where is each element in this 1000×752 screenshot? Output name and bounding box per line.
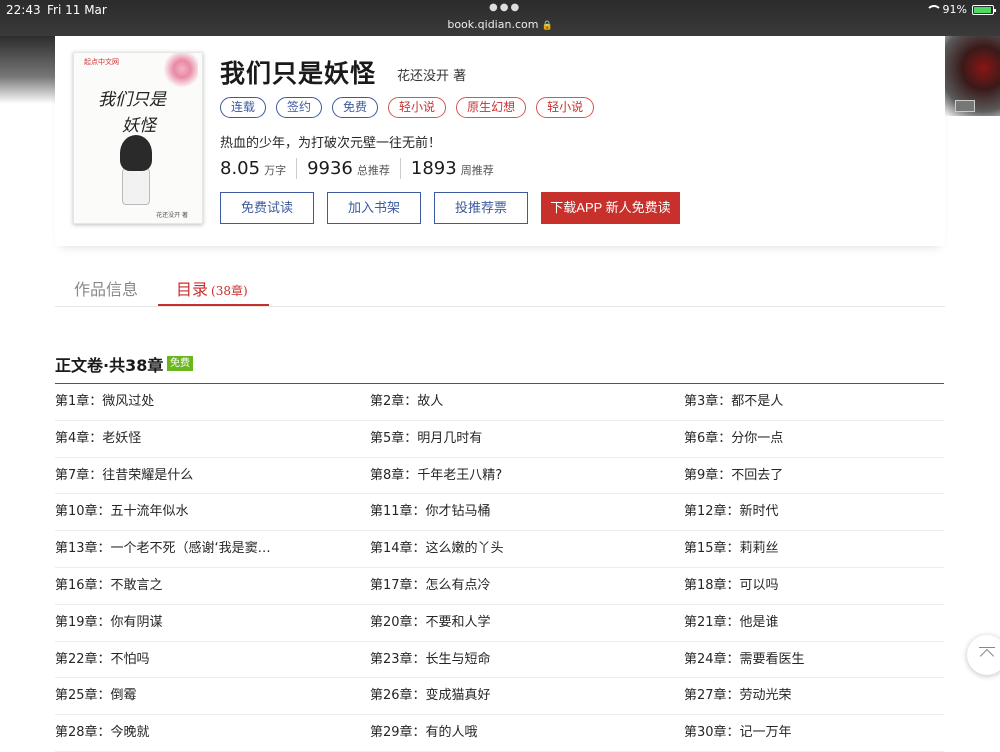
cover-title-line1: 我们只是 — [98, 90, 166, 110]
chapter-link[interactable]: 第10章：五十流年似水 — [55, 494, 370, 530]
tab-book-info[interactable]: 作品信息 — [74, 276, 138, 300]
chapter-link[interactable]: 第15章：莉莉丝 — [684, 531, 944, 567]
stat-value: 9936 — [307, 158, 353, 179]
wifi-icon — [925, 5, 942, 14]
book-info-card: 起点中文网 我们只是 妖怪 花还没开 著 我们只是妖怪 花还没开 著 连载 签约… — [55, 36, 945, 246]
volume-title: 正文卷·共38章 — [55, 356, 164, 375]
chapter-row: 第4章：老妖怪 第5章：明月几时有 第6章：分你一点 — [55, 421, 944, 458]
stat-unit: 万字 — [264, 164, 287, 177]
tag-signed[interactable]: 签约 — [276, 97, 323, 118]
book-actions: 免费试读 加入书架 投推荐票 下载APP 新人免费读 — [220, 192, 693, 224]
chapter-link[interactable]: 第2章：故人 — [370, 384, 684, 420]
book-intro: 热血的少年，为打破次元壁一往无前！ — [220, 136, 442, 151]
stat-word-count: 8.05 万字 — [220, 158, 298, 179]
book-tags: 连载 签约 免费 轻小说 原生幻想 轻小说 — [220, 97, 595, 118]
chapter-link[interactable]: 第18章：可以吗 — [684, 568, 944, 604]
chapter-link[interactable]: 第3章：都不是人 — [684, 384, 944, 420]
tab-table-of-contents[interactable]: 目录 (38章) — [176, 276, 248, 300]
chapter-link[interactable]: 第21章：他是谁 — [684, 605, 944, 641]
chapter-link[interactable]: 第30章：记一万年 — [684, 715, 944, 751]
chapter-link[interactable]: 第14章：这么嫩的丫头 — [370, 531, 684, 567]
stat-unit: 总推荐 — [356, 164, 390, 177]
add-to-shelf-button[interactable]: 加入书架 — [327, 192, 421, 224]
chapter-row: 第25章：倒霉 第26章：变成猫真好 第27章：劳动光荣 — [55, 678, 944, 716]
cover-author: 花还没开 著 — [156, 212, 188, 219]
chapter-link[interactable]: 第5章：明月几时有 — [370, 421, 684, 457]
chapter-link[interactable]: 第20章：不要和人学 — [370, 605, 684, 641]
chapter-link[interactable]: 第26章：变成猫真好 — [370, 678, 684, 714]
tag-light-novel[interactable]: 轻小说 — [388, 97, 447, 118]
content-tabs: 作品信息 目录 (38章) — [55, 268, 945, 307]
tag-free[interactable]: 免费 — [332, 97, 379, 118]
tag-serializing[interactable]: 连载 — [220, 97, 267, 118]
book-title: 我们只是妖怪 — [220, 59, 377, 88]
stat-value: 1893 — [410, 158, 457, 179]
more-dots-icon[interactable]: ●●● — [489, 2, 521, 13]
tab-toc-label: 目录 — [176, 280, 209, 299]
tab-toc-count: (38章) — [211, 284, 248, 298]
book-stats: 8.05 万字 9936 总推荐 1893 周推荐 — [220, 158, 514, 179]
book-author[interactable]: 花还没开 著 — [397, 65, 466, 84]
active-tab-indicator — [158, 304, 269, 306]
chapter-link[interactable]: 第23章：长生与短命 — [370, 642, 684, 678]
chapter-row: 第22章：不怕吗 第23章：长生与短命 第24章：需要看医生 — [55, 642, 944, 679]
status-right: 91% — [925, 3, 996, 16]
chapter-row: 第13章：一个老不死（感谢‘我是窦… 第14章：这么嫩的丫头 第15章：莉莉丝 — [55, 531, 944, 568]
chapter-link[interactable]: 第16章：不敢言之 — [55, 568, 370, 604]
stat-unit: 周推荐 — [460, 164, 494, 177]
address-bar[interactable]: book.qidian.com 🔒 — [0, 18, 1000, 31]
character-body — [122, 165, 150, 205]
chapter-link[interactable]: 第13章：一个老不死（感谢‘我是窦… — [55, 531, 370, 567]
chapter-link[interactable]: 第22章：不怕吗 — [55, 642, 370, 678]
chapter-row: 第28章：今晚就 第29章：有的人哦 第30章：记一万年 — [55, 715, 944, 752]
back-to-top-button[interactable] — [967, 635, 1000, 675]
chapter-link[interactable]: 第17章：怎么有点冷 — [370, 568, 684, 604]
book-cover[interactable]: 起点中文网 我们只是 妖怪 花还没开 著 — [73, 52, 203, 224]
stat-value: 8.05 — [220, 158, 261, 179]
url-text: book.qidian.com — [447, 18, 539, 31]
chapter-row: 第16章：不敢言之 第17章：怎么有点冷 第18章：可以吗 — [55, 568, 944, 605]
chapter-link[interactable]: 第12章：新时代 — [684, 494, 944, 530]
stat-total-recommend: 9936 总推荐 — [307, 158, 401, 179]
chapter-row: 第10章：五十流年似水 第11章：你才钻马桶 第12章：新时代 — [55, 494, 944, 532]
chapter-link[interactable]: 第11章：你才钻马桶 — [370, 494, 684, 530]
screen-icon[interactable] — [955, 100, 975, 112]
free-read-button[interactable]: 免费试读 — [220, 192, 314, 224]
vote-recommend-button[interactable]: 投推荐票 — [434, 192, 528, 224]
chapter-row: 第1章：微风过处 第2章：故人 第3章：都不是人 — [55, 384, 944, 421]
download-app-button[interactable]: 下载APP 新人免费读 — [541, 192, 680, 224]
chapter-link[interactable]: 第25章：倒霉 — [55, 678, 370, 714]
browser-top-bar: 22:43 Fri 11 Mar ●●● book.qidian.com 🔒 91… — [0, 0, 1000, 36]
chapter-link[interactable]: 第24章：需要看医生 — [684, 642, 944, 678]
banner-left — [0, 36, 55, 104]
cover-logo: 起点中文网 — [84, 58, 119, 66]
chapter-list: 第1章：微风过处 第2章：故人 第3章：都不是人 第4章：老妖怪 第5章：明月几… — [55, 384, 944, 752]
chapter-link[interactable]: 第7章：往昔荣耀是什么 — [55, 458, 370, 494]
cover-title-line2: 妖怪 — [122, 116, 156, 136]
cover-character-illustration — [116, 135, 156, 207]
free-badge: 免费 — [167, 356, 193, 371]
chapter-link[interactable]: 第28章：今晚就 — [55, 715, 370, 751]
lock-icon: 🔒 — [541, 21, 553, 31]
arrow-up-icon — [979, 647, 995, 661]
chapter-row: 第19章：你有阴谋 第20章：不要和人学 第21章：他是谁 — [55, 605, 944, 642]
character-hair — [120, 135, 152, 171]
battery-icon — [972, 4, 996, 15]
chapter-row: 第7章：往昔荣耀是什么 第8章：千年老王八精? 第9章：不回去了 — [55, 458, 944, 495]
chapter-link[interactable]: 第4章：老妖怪 — [55, 421, 370, 457]
status-date: Fri 11 Mar — [47, 3, 107, 17]
chapter-link[interactable]: 第29章：有的人哦 — [370, 715, 684, 751]
chapter-link[interactable]: 第19章：你有阴谋 — [55, 605, 370, 641]
tag-light-novel-2[interactable]: 轻小说 — [536, 97, 595, 118]
chapter-link[interactable]: 第8章：千年老王八精? — [370, 458, 684, 494]
chapter-link[interactable]: 第27章：劳动光荣 — [684, 678, 944, 714]
chapter-link[interactable]: 第1章：微风过处 — [55, 384, 370, 420]
chapter-link[interactable]: 第6章：分你一点 — [684, 421, 944, 457]
battery-percent: 91% — [942, 3, 967, 16]
chapter-link[interactable]: 第9章：不回去了 — [684, 458, 944, 494]
stat-weekly-recommend: 1893 周推荐 — [411, 158, 504, 179]
tag-original-fantasy[interactable]: 原生幻想 — [456, 97, 527, 118]
status-time: 22:43 — [6, 3, 41, 17]
